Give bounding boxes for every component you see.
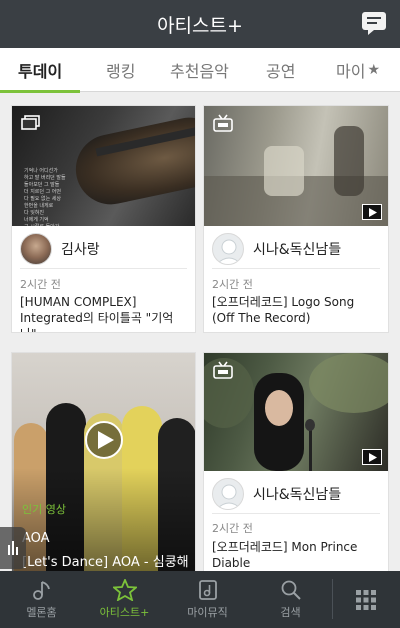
author-name: 김사랑 <box>61 242 100 258</box>
card-title: [오프더레코드] Logo Song (Off The Record) <box>212 295 355 325</box>
star-icon <box>112 579 137 601</box>
video-artist: AOA <box>22 531 50 546</box>
my-music-icon <box>198 580 217 600</box>
music-note-icon <box>32 581 50 600</box>
lyrics-text: 기억나 어디선가 하고 말 버리던 말들 돌아보던 그 말들 더 지르던 그 어떤 다 … <box>24 168 66 226</box>
app-header: 아티스트+ <box>0 0 400 48</box>
popular-video-label: 인기 영상 <box>22 503 66 516</box>
video-title: [Let's Dance] AOA - 심쿵해 <box>22 555 189 570</box>
nav-label: 아티스트+ <box>99 606 150 619</box>
nav-artist-plus[interactable]: 아티스트+ <box>83 571 166 628</box>
nav-search[interactable]: 검색 <box>249 571 332 628</box>
tv-icon <box>212 361 234 379</box>
tab-concert[interactable]: 공연 <box>266 48 295 92</box>
nav-label: 마이뮤직 <box>187 606 228 619</box>
tab-my-label: 마이 <box>336 61 366 81</box>
menu-grid-icon[interactable] <box>333 571 399 628</box>
divider <box>20 268 187 269</box>
tab-recommended[interactable]: 추천음악 <box>170 48 229 92</box>
tab-ranking[interactable]: 랭킹 <box>106 48 135 92</box>
card-author: 시나&독신남들 <box>212 233 341 265</box>
play-icon[interactable] <box>85 421 123 459</box>
feed-card[interactable]: 시나&독신남들 2시간 전 [오프더레코드] Mon Prince Diable <box>203 352 389 577</box>
feed-card[interactable]: 기억나 어디선가 하고 말 버리던 말들 돌아보던 그 말들 더 지르던 그 어떤 다 … <box>11 105 196 333</box>
card-title: [HUMAN COMPLEX] Integrated의 타이틀곡 "기억나"..… <box>20 295 174 332</box>
tab-bar: 투데이 랭킹 추천음악 공연 마이 ★ <box>0 48 400 93</box>
tv-icon <box>212 114 234 132</box>
nav-melon-home[interactable]: 멜론홈 <box>0 571 83 628</box>
nav-my-music[interactable]: 마이뮤직 <box>166 571 249 628</box>
search-icon <box>281 580 301 600</box>
feed-card[interactable]: 시나&독신남들 2시간 전 [오프더레코드] Logo Song (Off Th… <box>203 105 389 333</box>
bottom-navigation: 멜론홈 아티스트+ 마이뮤직 검색 <box>0 571 400 628</box>
video-play-icon[interactable] <box>362 204 382 220</box>
avatar <box>20 233 52 265</box>
video-play-icon[interactable] <box>362 449 382 465</box>
chat-icon[interactable] <box>360 9 388 37</box>
card-title: [오프더레코드] Mon Prince Diable <box>212 540 358 570</box>
author-name: 시나&독신남들 <box>253 242 342 258</box>
divider <box>212 513 380 514</box>
gallery-icon <box>20 114 42 132</box>
post-time: 2시간 전 <box>212 522 253 535</box>
card-thumbnail <box>204 353 388 471</box>
card-author: 시나&독신남들 <box>212 478 341 510</box>
avatar <box>212 233 244 265</box>
card-thumbnail <box>204 106 388 226</box>
star-icon: ★ <box>367 61 381 78</box>
equalizer-icon <box>8 541 18 555</box>
tab-my[interactable]: 마이 ★ <box>336 48 380 92</box>
author-name: 시나&독신남들 <box>253 487 342 503</box>
divider <box>212 268 380 269</box>
page-title: 아티스트+ <box>157 14 243 37</box>
avatar <box>212 478 244 510</box>
card-thumbnail: 기억나 어디선가 하고 말 버리던 말들 돌아보던 그 말들 더 지르던 그 어떤 다 … <box>12 106 195 226</box>
post-time: 2시간 전 <box>20 278 61 291</box>
feed-card[interactable]: 인기 영상 AOA [Let's Dance] AOA - 심쿵해 <box>11 352 196 577</box>
card-author: 김사랑 <box>20 233 100 265</box>
tab-today[interactable]: 투데이 <box>0 48 81 93</box>
nav-label: 멜론홈 <box>26 606 57 619</box>
card-thumbnail: 인기 영상 AOA [Let's Dance] AOA - 심쿵해 <box>12 353 195 576</box>
post-time: 2시간 전 <box>212 278 253 291</box>
player-handle[interactable] <box>0 527 26 569</box>
nav-label: 검색 <box>280 606 301 619</box>
